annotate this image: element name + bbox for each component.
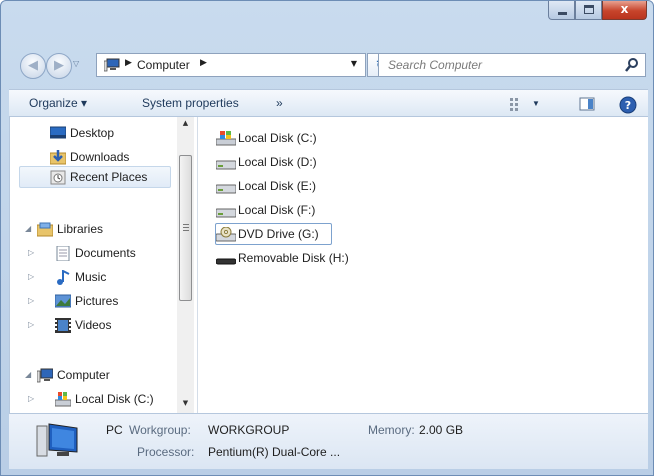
details-pane: PC Workgroup: WORKGROUP Memory: 2.00 GB …	[9, 413, 648, 469]
help-icon[interactable]: ?	[619, 96, 637, 114]
nav-item-label: Music	[75, 270, 107, 284]
scroll-thumb[interactable]	[179, 155, 192, 301]
processor-value: Pentium(R) Dual-Core ...	[208, 445, 341, 459]
music-icon	[57, 270, 70, 285]
hard-drive-icon	[216, 160, 236, 170]
downloads-icon	[50, 150, 66, 165]
caption-buttons: x	[548, 1, 647, 21]
recent-places-icon	[50, 170, 66, 185]
drive-label: Local Disk (F:)	[238, 203, 316, 217]
search-icon[interactable]	[624, 57, 640, 73]
pictures-expand-icon[interactable]: ▷	[28, 296, 34, 305]
back-arrow-icon: ◀	[28, 58, 38, 73]
close-icon: x	[620, 2, 629, 16]
close-button[interactable]: x	[602, 1, 647, 20]
hard-drive-icon	[216, 208, 236, 218]
breadcrumb-separator-icon[interactable]: ▶	[125, 58, 132, 68]
nav-item-label: Downloads	[70, 150, 130, 164]
dvd-drive-icon	[216, 227, 236, 242]
maximize-button[interactable]	[575, 1, 602, 20]
desktop-icon	[50, 126, 66, 139]
organize-menu[interactable]: Organize ▾	[29, 96, 87, 110]
computer-name: PC	[106, 423, 123, 437]
music-expand-icon[interactable]: ▷	[28, 272, 34, 281]
scroll-up-icon[interactable]: ▲	[177, 119, 194, 131]
address-dropdown-icon[interactable]: ▼	[351, 59, 357, 68]
view-options-dropdown-icon[interactable]: ▼	[532, 99, 540, 108]
videos-icon	[55, 318, 71, 333]
drive-label: Local Disk (C:)	[238, 131, 317, 145]
documents-icon	[56, 246, 70, 261]
view-options-icon[interactable]	[509, 96, 525, 112]
grip-line	[183, 227, 189, 228]
command-bar: Organize ▾ System properties » ▼ ?	[9, 89, 648, 117]
system-properties-button[interactable]: System properties	[142, 96, 239, 110]
drive-label: Local Disk (E:)	[238, 179, 317, 193]
search-placeholder: Search Computer	[388, 58, 483, 72]
explorer-window: x ◀ ▶ ▽ ▶ Computer ▶ ▼ ↻ Search Computer…	[0, 0, 654, 476]
drive-label: DVD Drive (G:)	[238, 227, 319, 241]
drive-dvd-g[interactable]: DVD Drive (G:)	[215, 223, 332, 245]
memory-key: Memory:	[368, 423, 415, 437]
processor-key: Processor:	[137, 445, 195, 459]
nav-item-label: Documents	[75, 246, 136, 260]
svg-text:?: ?	[625, 99, 631, 112]
maximize-icon	[584, 5, 594, 14]
breadcrumb-separator-icon[interactable]: ▶	[200, 58, 207, 68]
nav-item-label: Computer	[57, 368, 110, 382]
nav-item-label: Videos	[75, 318, 112, 332]
grip-line	[183, 224, 189, 225]
libraries-collapse-icon[interactable]: ◢	[25, 224, 31, 233]
hard-drive-icon	[216, 184, 236, 194]
workgroup-key: Workgroup:	[129, 423, 191, 437]
local-disk-c-expand-icon[interactable]: ▷	[28, 394, 34, 403]
breadcrumb-computer[interactable]: Computer	[137, 58, 190, 72]
back-button[interactable]: ◀	[20, 53, 46, 79]
minimize-icon	[558, 12, 567, 15]
system-drive-icon	[216, 131, 236, 146]
computer-icon	[37, 368, 53, 383]
system-drive-icon	[55, 392, 71, 407]
drive-label: Local Disk (D:)	[238, 155, 317, 169]
computer-icon	[104, 58, 120, 72]
main-area: Desktop Downloads Recent Places ◢ Librar…	[9, 117, 648, 413]
grip-line	[183, 230, 189, 231]
search-box[interactable]: Search Computer	[378, 53, 646, 77]
removable-disk-icon	[216, 258, 236, 265]
memory-value: 2.00 GB	[419, 423, 464, 437]
computer-collapse-icon[interactable]: ◢	[25, 370, 31, 379]
forward-arrow-icon: ▶	[54, 58, 64, 73]
more-commands-button[interactable]: »	[276, 96, 283, 110]
workgroup-value: WORKGROUP	[208, 423, 290, 437]
navigation-pane: Desktop Downloads Recent Places ◢ Librar…	[10, 117, 198, 413]
nav-item-label: Libraries	[57, 222, 104, 236]
content-pane: Local Disk (C:) Local Disk (D:) Local Di…	[209, 117, 649, 413]
drive-label: Removable Disk (H:)	[238, 251, 349, 265]
preview-pane-icon[interactable]	[579, 96, 595, 112]
computer-large-icon	[36, 423, 78, 457]
nav-item-label: Recent Places	[70, 170, 148, 184]
recent-pages-dropdown[interactable]: ▽	[73, 59, 79, 68]
nav-scrollbar[interactable]: ▲ ▼	[177, 117, 194, 413]
nav-item-label: Desktop	[70, 126, 115, 140]
minimize-button[interactable]	[548, 1, 575, 20]
nav-item-label: Local Disk (C:)	[75, 392, 154, 406]
scroll-down-icon[interactable]: ▼	[177, 399, 194, 411]
documents-expand-icon[interactable]: ▷	[28, 248, 34, 257]
pictures-icon	[55, 294, 71, 308]
address-bar[interactable]: ▶ Computer ▶ ▼	[96, 53, 366, 77]
libraries-icon	[37, 222, 53, 237]
forward-button[interactable]: ▶	[46, 53, 72, 79]
nav-item-label: Pictures	[75, 294, 119, 308]
videos-expand-icon[interactable]: ▷	[28, 320, 34, 329]
